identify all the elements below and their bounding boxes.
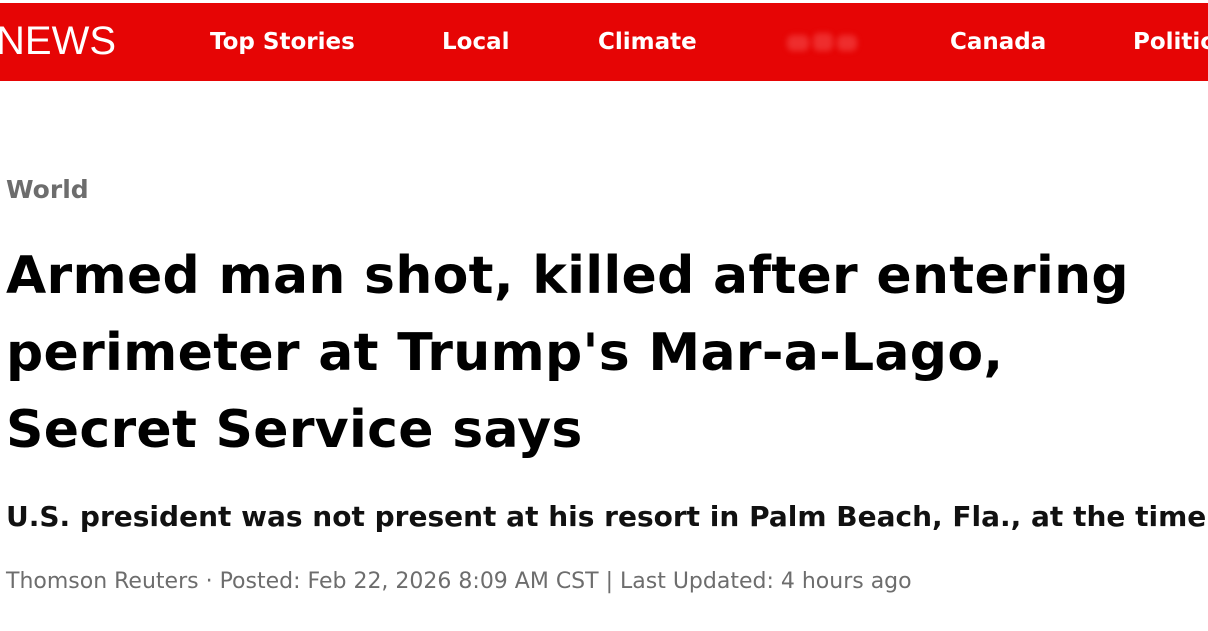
nav-item-climate[interactable]: Climate: [598, 28, 697, 56]
byline-divider: |: [598, 569, 620, 594]
article-subheadline: U.S. president was not present at his re…: [6, 500, 1207, 533]
nav-item-politics[interactable]: Politics: [1133, 28, 1208, 56]
nav-item-canada[interactable]: Canada: [950, 28, 1046, 56]
byline-source: Thomson Reuters: [6, 569, 199, 594]
nav-item-blurred[interactable]: [783, 31, 861, 55]
byline-separator: ·: [198, 569, 220, 594]
article-headline: Armed man shot, killed after entering pe…: [6, 246, 1129, 460]
article-byline: Thomson Reuters · Posted: Feb 22, 2026 8…: [6, 567, 912, 597]
section-label-world[interactable]: World: [6, 175, 89, 205]
blur-blob: [787, 35, 809, 51]
nav-item-local[interactable]: Local: [442, 28, 510, 56]
top-navigation-bar: NEWS Top Stories Local Climate Canada Po…: [0, 3, 1208, 81]
news-logo[interactable]: NEWS: [0, 21, 116, 61]
byline-updated-time: Last Updated: 4 hours ago: [620, 569, 912, 594]
byline-posted-time: Posted: Feb 22, 2026 8:09 AM CST: [219, 569, 599, 594]
blur-blob: [813, 33, 833, 51]
blur-blob: [837, 35, 857, 51]
nav-item-top-stories[interactable]: Top Stories: [210, 28, 355, 56]
